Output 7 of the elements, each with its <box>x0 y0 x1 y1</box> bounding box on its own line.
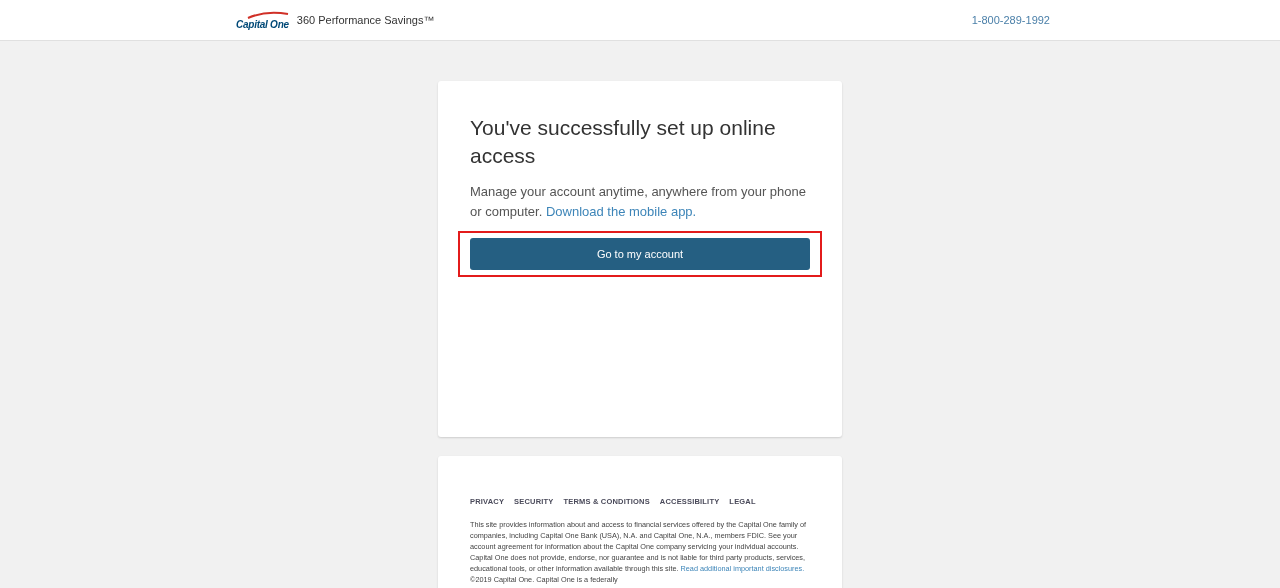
go-to-account-button[interactable]: Go to my account <box>470 238 810 270</box>
message-text: Manage your account anytime, anywhere from your phone or computer. Download the mobile app. <box>470 183 808 221</box>
download-app-link[interactable]: Download the mobile app. <box>545 204 697 219</box>
logo[interactable]: Capital One <box>236 10 289 30</box>
phone-link[interactable]: 1-800-289-1992 <box>971 11 1050 29</box>
success-title: You've successfully set up online access <box>470 115 777 169</box>
product-name: 360 Performance Savings™ <box>296 12 435 28</box>
